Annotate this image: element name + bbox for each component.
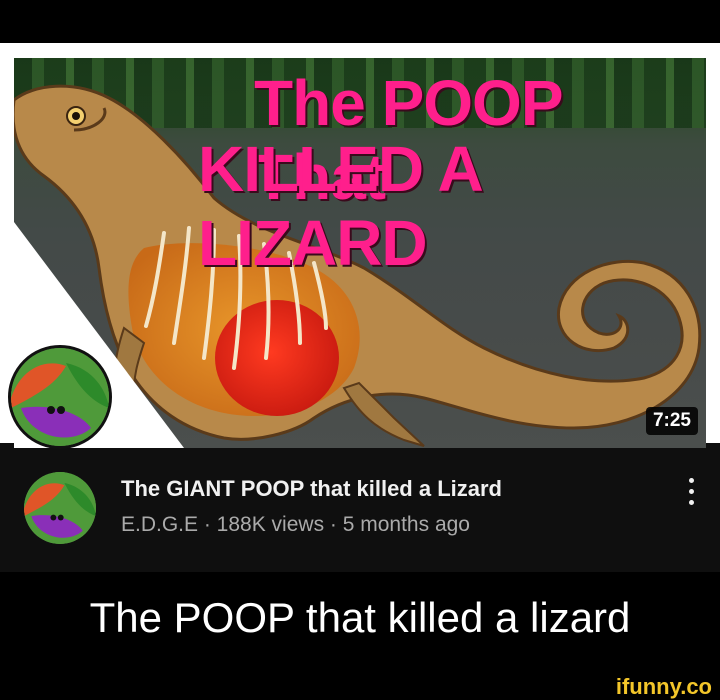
channel-avatar-icon[interactable] bbox=[24, 472, 96, 544]
video-channel-meta: E.D.G.E · 188K views · 5 months ago bbox=[121, 513, 470, 536]
ifunny-watermark: ifunny.co bbox=[615, 674, 712, 699]
duration-badge: 7:25 bbox=[645, 407, 698, 435]
channel-avatar-icon[interactable] bbox=[8, 345, 112, 449]
thumbnail-frame-right bbox=[706, 43, 720, 443]
meme-caption: The POOP that killed a lizard bbox=[89, 594, 631, 641]
thumbnail-title-line2: KILLED A LIZARD bbox=[198, 133, 481, 279]
bottom-strip bbox=[0, 682, 720, 700]
more-options-icon[interactable] bbox=[683, 474, 699, 514]
top-band bbox=[0, 0, 720, 43]
video-title[interactable]: The GIANT POOP that killed a Lizard bbox=[121, 476, 502, 502]
